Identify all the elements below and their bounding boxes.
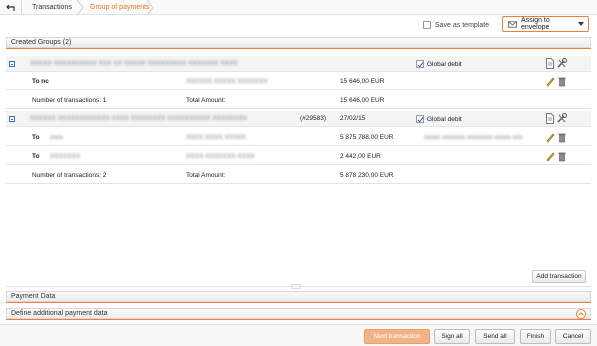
send-all-button[interactable]: Send all [475,329,515,344]
group-name: XXXXX XXXXXXXXXX XXX XX XXXXX XXXXXXXXX … [30,60,238,67]
global-debit-label: Global debit [427,115,462,123]
transaction-amount: 2 442,00 EUR [340,153,381,160]
breadcrumb: Transactions Group of payments [0,0,597,15]
global-debit-label: Global debit [427,60,462,68]
settings-tools-icon[interactable] [557,58,567,69]
breadcrumb-group-of-payments: Group of payments [90,4,150,11]
row-actions [545,132,567,143]
group-name: XXXXXX XXXXXXXXXXXX XXXX XXXXXXXX XXXXXX… [30,115,248,122]
group-actions [545,58,567,69]
transaction-amount: 15 646,00 EUR [340,78,385,85]
created-groups-header: Created Groups (2) [6,37,591,48]
trash-icon[interactable] [557,76,567,87]
assign-to-envelope-button[interactable]: Assign to envelope [502,16,589,32]
transaction-row[interactable]: To XXXXXXX XXXX XXXXXXX XXXX 2 442,00 EU… [6,149,591,165]
breadcrumb-separator-icon [76,0,84,15]
chevron-down-icon [578,22,584,26]
breadcrumb-transactions[interactable]: Transactions [32,0,72,15]
trash-icon[interactable] [557,132,567,143]
group-date: 27/02/15 [340,115,366,122]
recipient-name: XXXXXXX [50,153,81,160]
trash-icon[interactable] [557,151,567,162]
cancel-button[interactable]: Cancel [555,329,591,344]
group-summary-row: Number of transactions: 2 Total Amount: … [6,168,591,184]
finish-button[interactable]: Finish [520,329,551,344]
breadcrumb-separator-icon [146,0,154,15]
total-amount-value: 15 646,00 EUR [340,97,385,104]
settings-tools-icon[interactable] [557,113,567,124]
transaction-row[interactable]: To xxxx XXXX XXXX XXXXX 5 875 788,00 EUR… [6,130,591,146]
payment-data-header: Payment Data [6,291,591,302]
total-amount-label: Total Amount: [186,97,226,104]
group-actions [545,113,567,124]
document-icon[interactable] [545,58,555,69]
transaction-count: Number of transactions: 2 [32,172,107,179]
account-number: XXXX XXXX XXXXX [186,134,246,141]
section-divider [6,302,591,303]
row-actions [545,151,567,162]
section-divider [6,48,591,49]
recipient-name: xxxx [50,134,63,141]
assign-to-envelope-label: Assign to envelope [520,17,550,31]
transaction-note: xxxxx xxxxxxx xxxxxxxx xxxxx xxx [424,134,523,141]
additional-payment-data-title: Define additional payment data [11,310,108,317]
payment-data-title: Payment Data [11,293,56,300]
document-icon[interactable] [545,113,555,124]
transaction-amount: 5 875 788,00 EUR [340,134,394,141]
account-number: XXXXXX XXXXX XXXXXXX [186,78,268,85]
recipient-label: To [32,153,40,160]
additional-payment-data-header[interactable]: Define additional payment data [6,308,591,319]
account-number: XXXX XXXXXXX XXXX [186,153,255,160]
next-transaction-button[interactable]: Next transaction [364,329,430,344]
transaction-row[interactable]: To nc XXXXXX XXXXX XXXXXXX 15 646,00 EUR [6,74,591,90]
collapse-icon[interactable] [9,61,15,67]
total-amount-value: 5 878 230,00 EUR [340,172,394,179]
add-transaction-button[interactable]: Add transaction [532,270,586,283]
recipient-label: To nc [32,78,49,85]
group-reference: (#29583) [300,115,327,122]
recipient-label: To [32,134,40,141]
edit-pencil-icon[interactable] [545,132,555,143]
total-amount-label: Total Amount: [186,172,226,179]
save-as-template-label: Save as template [435,21,490,29]
collapse-icon[interactable] [9,116,15,122]
global-debit-option[interactable]: Global debit [416,60,462,68]
save-as-template-checkbox[interactable] [423,21,431,29]
transaction-count: Number of transactions: 1 [32,97,107,104]
group-header-row[interactable]: XXXXX XXXXXXXXXX XXX XX XXXXX XXXXXXXXX … [6,56,591,72]
envelope-icon [508,20,517,28]
edit-pencil-icon[interactable] [545,151,555,162]
back-icon[interactable] [0,0,22,15]
chevron-up-icon[interactable] [576,309,586,319]
created-groups-title: Created Groups (2) [11,39,72,46]
group-summary-row: Number of transactions: 1 Total Amount: … [6,93,591,109]
footer-bar: Next transaction Sign all Send all Finis… [0,324,597,346]
global-debit-checkbox[interactable] [416,60,424,68]
global-debit-option[interactable]: Global debit [416,115,462,123]
global-debit-checkbox[interactable] [416,115,424,123]
sign-all-button[interactable]: Sign all [434,329,470,344]
edit-pencil-icon[interactable] [545,76,555,87]
save-as-template-option[interactable]: Save as template [423,21,489,29]
group-header-row[interactable]: XXXXXX XXXXXXXXXXXX XXXX XXXXXXXX XXXXXX… [6,111,591,127]
splitter-grip-icon[interactable] [291,284,301,289]
row-actions [545,76,567,87]
section-divider [6,319,591,320]
